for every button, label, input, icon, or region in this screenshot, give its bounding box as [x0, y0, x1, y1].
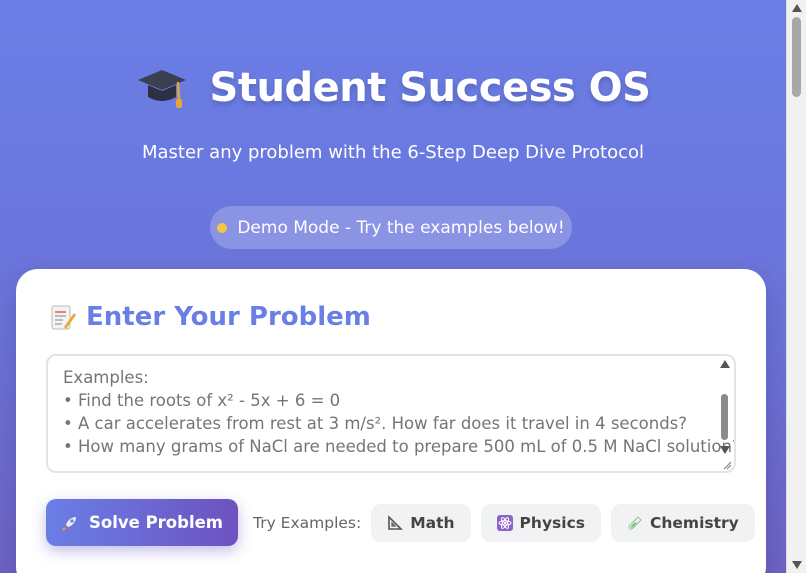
test-tube-icon: [628, 515, 642, 530]
textarea-scrollbar[interactable]: [719, 358, 731, 470]
example-chemistry-button[interactable]: Chemistry: [611, 503, 755, 542]
example-math-button[interactable]: Math: [371, 503, 471, 542]
try-examples-label: Try Examples:: [253, 513, 362, 532]
example-chemistry-label: Chemistry: [650, 513, 739, 532]
page-subtitle: Master any problem with the 6-Step Deep …: [141, 142, 645, 163]
window-scroll-down-icon[interactable]: [792, 561, 802, 569]
title-row: Student Success OS: [0, 64, 786, 112]
demo-mode-text: Demo Mode - Try the examples below!: [237, 217, 565, 238]
problem-input[interactable]: [48, 356, 734, 471]
card-title: Enter Your Problem: [86, 302, 371, 332]
rocket-icon: [62, 516, 76, 531]
demo-mode-badge: Demo Mode - Try the examples below!: [210, 206, 572, 249]
example-math-label: Math: [410, 513, 455, 532]
window-scrollbar[interactable]: [786, 0, 806, 573]
memo-icon: [51, 305, 76, 330]
solve-problem-button[interactable]: Solve Problem: [46, 499, 238, 546]
scroll-up-icon[interactable]: [720, 360, 730, 368]
window-scroll-up-icon[interactable]: [792, 4, 802, 12]
scroll-down-icon[interactable]: [720, 446, 730, 454]
solve-button-label: Solve Problem: [89, 513, 223, 532]
atom-icon: [496, 514, 513, 531]
action-row: Solve Problem Try Examples: Math Physics…: [46, 499, 755, 546]
page: Student Success OS Master any problem wi…: [0, 0, 786, 573]
triangle-ruler-icon: [388, 514, 404, 530]
example-physics-button[interactable]: Physics: [480, 503, 601, 542]
window-scroll-thumb[interactable]: [792, 17, 801, 97]
resize-grip-icon[interactable]: [722, 460, 732, 470]
problem-input-wrapper: [46, 354, 736, 473]
problem-card: Enter Your Problem Examples: • Find the …: [16, 269, 766, 573]
example-physics-label: Physics: [519, 513, 585, 532]
status-dot-icon: [217, 222, 228, 233]
card-heading: Enter Your Problem: [50, 302, 371, 332]
page-title: Student Success OS: [209, 65, 651, 111]
scroll-thumb[interactable]: [721, 394, 728, 440]
graduation-cap-icon: [137, 70, 186, 108]
